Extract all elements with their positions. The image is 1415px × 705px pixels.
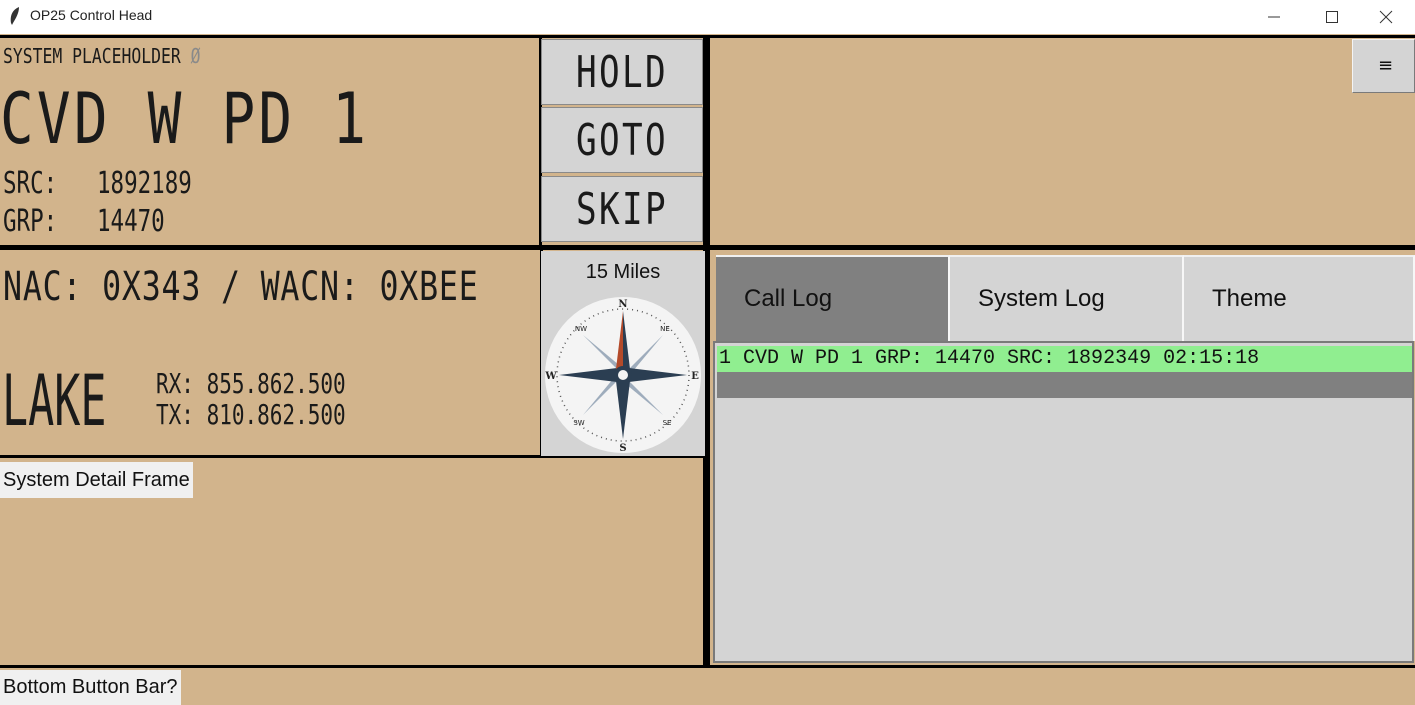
maximize-icon [1326,11,1338,23]
compass-label-w: W [544,371,557,382]
window-title: OP25 Control Head [30,7,153,23]
compass-rose-icon: N S W E NE SE SW NW [544,297,701,454]
compass-label-sw: SW [573,419,584,427]
divider-bottom [0,665,1415,668]
divider-mid [0,245,1415,250]
feather-icon [10,7,19,25]
src-value: 1892189 [97,166,192,201]
skip-label: SKIP [575,183,669,235]
compass-label-nw: NW [575,325,587,333]
src-label: SRC: [3,166,58,201]
menu-button[interactable]: ≡ [1352,39,1415,93]
close-icon [1379,10,1393,24]
tab-system-log-label: System Log [978,285,1105,312]
grp-value: 14470 [97,204,165,239]
status-symbol: Ø [190,44,201,68]
hold-label: HOLD [575,46,669,98]
minimize-icon [1268,16,1280,18]
close-button[interactable] [1357,0,1415,34]
tab-theme[interactable]: Theme [1184,255,1415,341]
distance-label: 15 Miles [585,261,661,283]
nac-wacn-display: NAC: 0X343 / WACN: 0XBEE [3,264,479,310]
selected-empty-row[interactable] [717,372,1412,398]
goto-label: GOTO [575,114,669,166]
system-detail-frame-label: System Detail Frame [0,462,193,498]
talkgroup-display: CVD W PD 1 [0,78,370,160]
title-bar: OP25 Control Head [0,0,1415,34]
tab-call-log[interactable]: Call Log [716,255,950,341]
system-name-text: SYSTEM PLACEHOLDER [3,44,181,68]
tx-frequency: TX: 810.862.500 [156,398,346,431]
call-log-list[interactable]: 1 CVD W PD 1 GRP: 14470 SRC: 1892349 02:… [713,341,1414,663]
compass-label-e: E [691,371,699,382]
skip-button[interactable]: SKIP [541,176,703,242]
site-name: LAKE [2,360,107,442]
compass-label-ne: NE [660,325,670,333]
tab-call-log-label: Call Log [744,285,833,312]
tab-theme-label: Theme [1212,285,1287,312]
rx-frequency: RX: 855.862.500 [156,367,346,400]
grp-label: GRP: [3,204,58,239]
goto-button[interactable]: GOTO [541,107,703,173]
maximize-button[interactable] [1303,0,1361,34]
minimize-button[interactable] [1245,0,1303,34]
compass-label-s: S [619,443,626,454]
hamburger-icon: ≡ [1378,55,1394,76]
compass-panel: 15 Miles N S W E NE SE SW NW [541,251,705,456]
compass-label-n: N [618,299,627,310]
tab-system-log[interactable]: System Log [950,255,1184,341]
compass-label-se: SE [663,419,672,427]
list-item[interactable]: 1 CVD W PD 1 GRP: 14470 SRC: 1892349 02:… [717,346,1412,372]
system-name: SYSTEM PLACEHOLDER Ø [3,44,200,68]
bottom-button-bar-label: Bottom Button Bar? [0,670,181,705]
hold-button[interactable]: HOLD [541,39,703,105]
